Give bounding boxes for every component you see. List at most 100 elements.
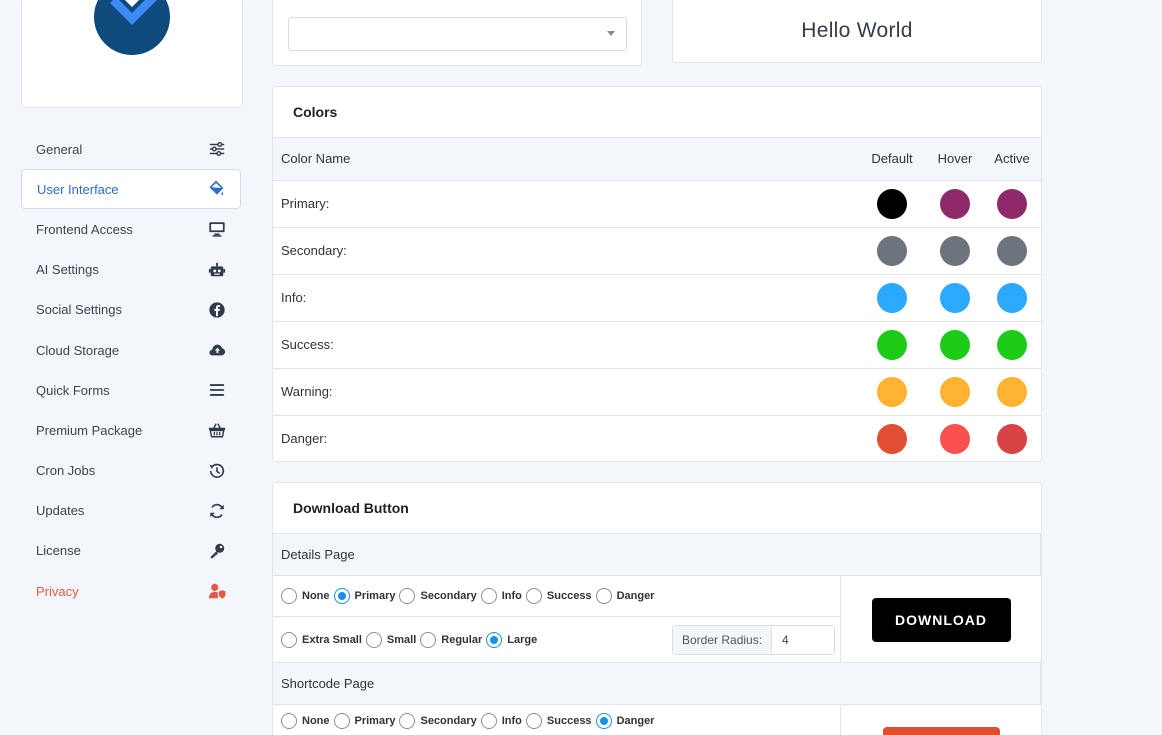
shortcode-style-radio-none[interactable]: None <box>281 713 330 729</box>
radio-circle[interactable] <box>595 588 612 604</box>
radio-circle[interactable] <box>480 713 497 729</box>
sidebar-item-label: AI Settings <box>36 262 99 278</box>
header-hover: Hover <box>927 138 983 181</box>
radio-circle[interactable] <box>399 713 416 729</box>
color-swatch-hover[interactable] <box>940 188 970 219</box>
color-swatch-active[interactable] <box>997 188 1027 219</box>
sidebar-item-updates[interactable]: Updates <box>21 491 241 531</box>
details-style-radio-none[interactable]: None <box>281 588 330 604</box>
sidebar-item-quick-forms[interactable]: Quick Forms <box>21 370 241 410</box>
radio-label: Danger <box>616 715 655 727</box>
details-size-radio-regular[interactable]: Regular <box>420 631 482 648</box>
color-swatch-default[interactable] <box>877 188 907 219</box>
details-style-radio-secondary[interactable]: Secondary <box>399 588 477 604</box>
radio-label: Danger <box>616 590 655 602</box>
header-color-name: Color Name <box>273 138 857 181</box>
caret-down-icon <box>607 31 615 36</box>
radio-circle[interactable] <box>365 631 382 648</box>
dropdown-select[interactable] <box>288 17 627 51</box>
sidebar-item-user-interface[interactable]: User Interface <box>21 169 241 210</box>
color-cell-default <box>857 227 927 275</box>
color-cell-hover <box>927 415 983 462</box>
color-cell-default <box>857 274 927 322</box>
colors-table: Color Name Default Hover Active Primary:… <box>273 138 1041 462</box>
color-swatch-active[interactable] <box>997 235 1027 266</box>
details-size-radio-small[interactable]: Small <box>365 631 416 648</box>
details-size-radios: Extra Small Small Regular Large Border Radi… <box>273 616 840 662</box>
sidebar-item-cron-jobs[interactable]: Cron Jobs <box>21 451 241 491</box>
color-row-label: Info: <box>273 274 857 322</box>
color-swatch-default[interactable] <box>877 329 907 360</box>
details-style-radio-danger[interactable]: Danger <box>595 588 655 604</box>
sidebar-item-license[interactable]: License <box>21 531 241 571</box>
color-cell-default <box>857 321 927 369</box>
border-radius-input[interactable]: 4 <box>772 626 835 654</box>
details-size-radio-extra-small[interactable]: Extra Small <box>281 631 362 648</box>
radio-label: Secondary <box>420 715 477 727</box>
sidebar-item-frontend-access[interactable]: Frontend Access <box>21 209 241 249</box>
radio-circle[interactable] <box>480 588 497 604</box>
sidebar-item-label: Quick Forms <box>36 382 110 398</box>
details-style-radio-primary[interactable]: Primary <box>333 588 395 604</box>
radio-circle[interactable] <box>399 588 416 604</box>
facebook-icon <box>207 300 227 320</box>
color-swatch-hover[interactable] <box>940 235 970 266</box>
radio-label: Large <box>507 633 538 646</box>
shortcode-style-radio-danger[interactable]: Danger <box>595 713 655 729</box>
shortcode-style-radio-primary[interactable]: Primary <box>333 713 395 729</box>
logo-card <box>21 0 243 108</box>
radio-circle[interactable] <box>525 588 542 604</box>
details-size-radio-large[interactable]: Large <box>486 631 538 648</box>
shortcode-style-radio-secondary[interactable]: Secondary <box>399 713 477 729</box>
sidebar-item-ai-settings[interactable]: AI Settings <box>21 250 241 290</box>
color-swatch-hover[interactable] <box>940 376 970 407</box>
shortcode-style-radio-success[interactable]: Success <box>525 713 592 729</box>
shortcode-preview-area <box>841 705 1041 735</box>
shortcode-style-radio-info[interactable]: Info <box>480 713 522 729</box>
radio-circle[interactable] <box>595 713 612 729</box>
sidebar-item-privacy[interactable]: Privacy <box>21 571 241 611</box>
sidebar-item-general[interactable]: General <box>21 129 241 169</box>
color-row-label: Secondary: <box>273 227 857 275</box>
radio-circle[interactable] <box>333 588 350 604</box>
color-swatch-active[interactable] <box>997 376 1027 407</box>
sidebar-item-label: Cron Jobs <box>36 463 96 479</box>
radio-circle[interactable] <box>281 713 297 729</box>
color-swatch-hover[interactable] <box>940 329 970 360</box>
color-swatch-default[interactable] <box>877 282 907 313</box>
sidebar-item-premium-package[interactable]: Premium Package <box>21 410 241 450</box>
sidebar-item-social-settings[interactable]: Social Settings <box>21 290 241 330</box>
radio-circle[interactable] <box>281 588 297 604</box>
download-preview-button[interactable]: DOWNLOAD <box>871 598 1011 642</box>
shortcode-options: None Primary Secondary Info Success Danger <box>273 705 1041 735</box>
radio-circle[interactable] <box>281 631 297 648</box>
color-swatch-active[interactable] <box>997 282 1027 313</box>
sidebar-item-cloud-storage[interactable]: Cloud Storage <box>21 330 241 370</box>
color-swatch-active[interactable] <box>997 329 1027 360</box>
radio-circle[interactable] <box>525 713 542 729</box>
color-row: Success: <box>273 321 1041 369</box>
sidebar-item-label: Privacy <box>36 583 79 599</box>
color-cell-active <box>983 368 1041 416</box>
radio-circle[interactable] <box>420 631 437 648</box>
details-style-radio-info[interactable]: Info <box>480 588 522 604</box>
details-style-radio-success[interactable]: Success <box>525 588 592 604</box>
radio-circle[interactable] <box>333 713 350 729</box>
shortcode-preview-button[interactable] <box>882 727 1000 735</box>
color-row: Danger: <box>273 415 1041 462</box>
color-swatch-hover[interactable] <box>940 423 970 454</box>
colors-table-header: Color Name Default Hover Active <box>273 138 1041 181</box>
basket-icon <box>207 420 227 440</box>
color-swatch-active[interactable] <box>997 423 1027 454</box>
color-swatch-hover[interactable] <box>940 282 970 313</box>
color-cell-default <box>857 180 927 228</box>
radio-circle[interactable] <box>486 631 503 648</box>
color-swatch-default[interactable] <box>877 423 907 454</box>
shortcode-page-section: Shortcode Page <box>273 663 1041 705</box>
sidebar-item-label: License <box>36 543 81 559</box>
details-options-left: None Primary Secondary Info Success Danger Ex… <box>273 576 841 662</box>
details-style-radios: None Primary Secondary Info Success Danger <box>273 576 840 616</box>
color-swatch-default[interactable] <box>877 376 907 407</box>
radio-label: Secondary <box>420 590 477 602</box>
color-swatch-default[interactable] <box>877 235 907 266</box>
